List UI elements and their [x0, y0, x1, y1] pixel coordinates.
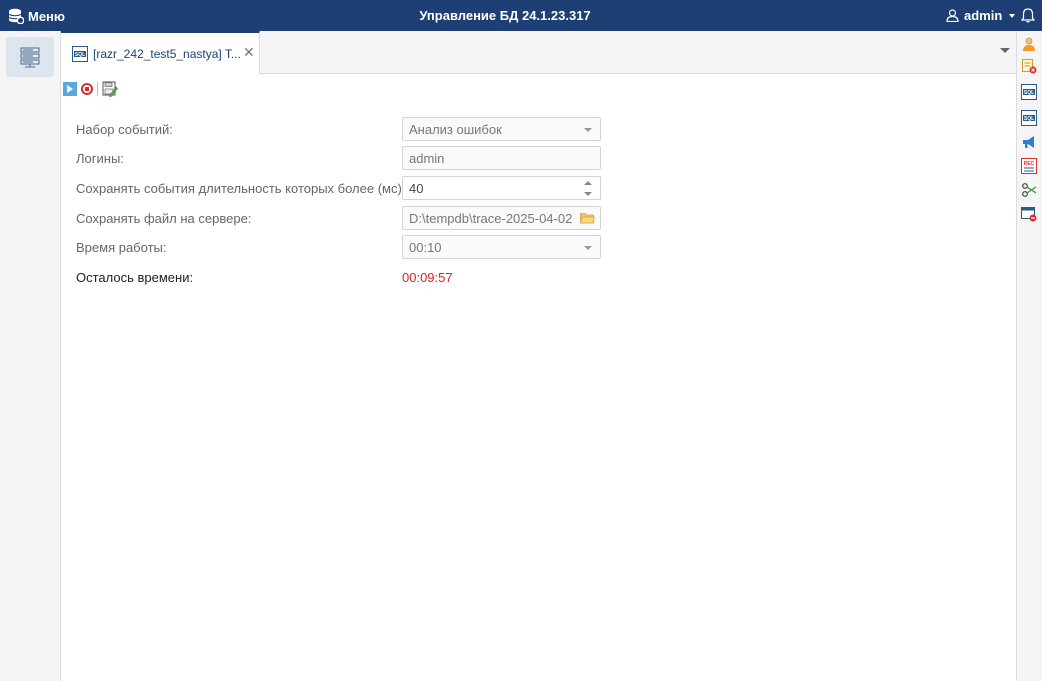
- logins-label: Логины:: [76, 151, 124, 166]
- run-time-select[interactable]: 00:10: [402, 235, 601, 259]
- close-icon[interactable]: ✕: [243, 44, 255, 61]
- svg-text:SQL: SQL: [1024, 116, 1034, 122]
- server-file-row: Сохранять файл на сервере: D:\tempdb\tra…: [76, 206, 616, 230]
- spin-up-icon[interactable]: [584, 181, 592, 185]
- user-name: admin: [964, 8, 1003, 23]
- time-left-value: 00:09:57: [402, 270, 453, 285]
- svg-text:REC: REC: [1024, 161, 1035, 167]
- user-menu[interactable]: admin: [946, 8, 1016, 23]
- user-icon: [946, 9, 959, 22]
- top-bar: Меню Управление БД 24.1.23.317 admin: [0, 0, 1042, 31]
- event-set-value: Анализ ошибок: [409, 122, 502, 137]
- server-list-button[interactable]: [6, 37, 54, 77]
- logins-row: Логины: admin: [76, 146, 616, 170]
- tab-trace[interactable]: SQL [razr_242_test5_nastya] T... ✕: [61, 31, 260, 74]
- time-left-label: Осталось времени:: [76, 270, 194, 285]
- logins-value: admin: [409, 151, 445, 166]
- chevron-down-icon: [584, 128, 592, 132]
- bell-icon[interactable]: [1021, 7, 1035, 23]
- event-set-label: Набор событий:: [76, 122, 173, 137]
- app-title: Управление БД 24.1.23.317: [419, 8, 591, 23]
- sql-icon: SQL: [72, 46, 88, 62]
- tab-list-dropdown[interactable]: [1000, 48, 1010, 53]
- duration-value: 40: [409, 181, 424, 196]
- toolbar-separator: [97, 82, 98, 96]
- sql-icon[interactable]: SQL: [1021, 110, 1037, 126]
- scissors-icon[interactable]: [1021, 182, 1037, 198]
- right-toolbar: SQL SQL REC: [1016, 31, 1042, 681]
- left-sidebar: [0, 31, 61, 681]
- person-icon[interactable]: [1021, 36, 1037, 52]
- server-list-icon: [20, 47, 40, 68]
- duration-row: Сохранять события длительность которых б…: [76, 176, 616, 200]
- megaphone-icon[interactable]: [1021, 134, 1037, 150]
- event-set-row: Набор событий: Анализ ошибок: [76, 117, 616, 141]
- save-edit-icon[interactable]: [102, 81, 118, 97]
- sql-icon[interactable]: SQL: [1021, 84, 1037, 100]
- event-set-select[interactable]: Анализ ошибок: [402, 117, 601, 141]
- duration-stepper[interactable]: 40: [402, 176, 601, 200]
- run-time-value: 00:10: [409, 240, 442, 255]
- rec-icon[interactable]: REC: [1021, 158, 1037, 174]
- run-time-label: Время работы:: [76, 240, 167, 255]
- tab-label: [razr_242_test5_nastya] T...: [93, 47, 241, 61]
- logins-field[interactable]: admin: [402, 146, 601, 170]
- play-icon[interactable]: [63, 82, 77, 96]
- tab-strip: SQL [razr_242_test5_nastya] T... ✕: [61, 31, 1016, 74]
- stop-icon[interactable]: [81, 83, 93, 95]
- folder-icon[interactable]: [580, 212, 595, 224]
- duration-label: Сохранять события длительность которых б…: [76, 181, 406, 196]
- svg-text:SQL: SQL: [75, 52, 85, 58]
- server-file-field[interactable]: D:\tempdb\trace-2025-04-02: [402, 206, 601, 230]
- window-remove-icon[interactable]: [1021, 206, 1037, 222]
- chevron-down-icon: [584, 246, 592, 250]
- server-file-label: Сохранять файл на сервере:: [76, 211, 252, 226]
- spin-down-icon[interactable]: [584, 192, 592, 196]
- svg-text:SQL: SQL: [1024, 90, 1034, 96]
- main-panel: SQL [razr_242_test5_nastya] T... ✕ Набор…: [61, 31, 1016, 681]
- doc-error-icon[interactable]: [1021, 58, 1037, 74]
- chevron-down-icon: [1009, 13, 1016, 18]
- toolbar: [63, 80, 118, 98]
- time-left-row: Осталось времени: 00:09:57: [76, 265, 616, 289]
- server-file-value: D:\tempdb\trace-2025-04-02: [409, 211, 573, 226]
- run-time-row: Время работы: 00:10: [76, 235, 616, 259]
